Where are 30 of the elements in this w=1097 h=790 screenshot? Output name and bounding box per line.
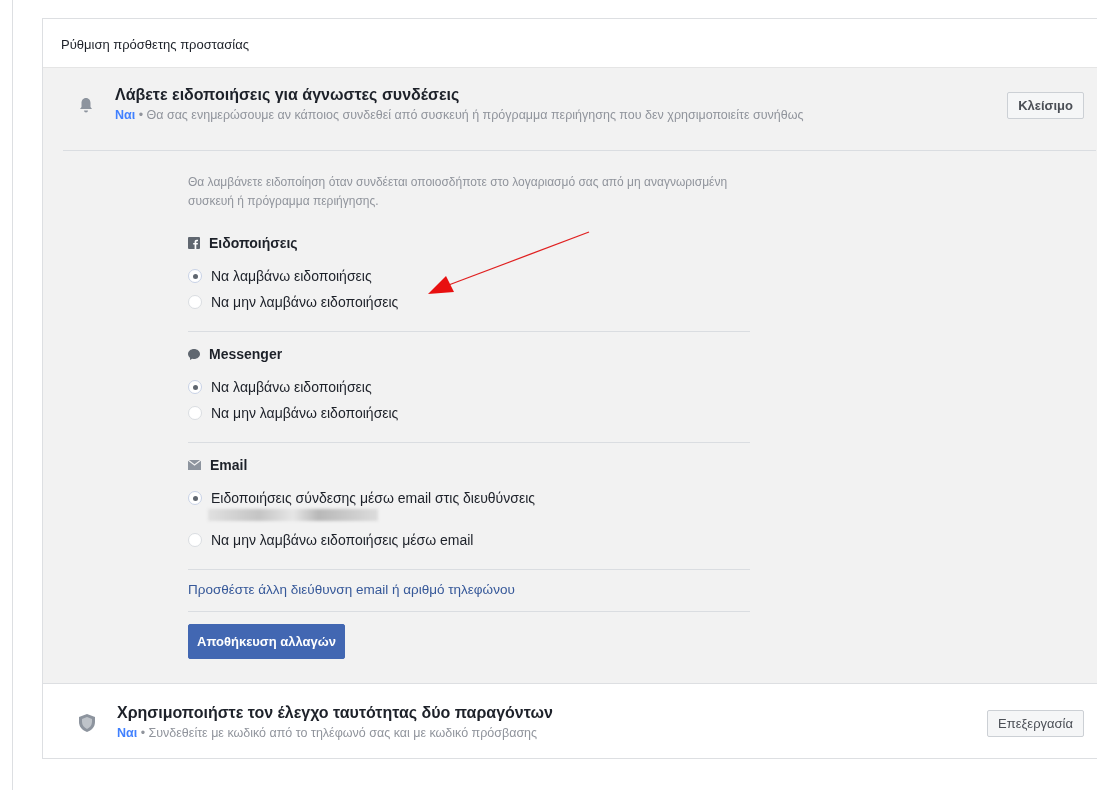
chat-bubble-icon [188, 348, 200, 360]
group-label: Ειδοποιήσεις [209, 235, 298, 251]
radio-button[interactable] [188, 295, 202, 309]
save-button[interactable]: Αποθήκευση αλλαγών [188, 624, 346, 659]
setting-title: Χρησιμοποιήστε τον έλεγχο ταυτότητας δύο παραγόντων [117, 704, 554, 722]
shield-icon [79, 714, 95, 732]
edit-button[interactable]: Επεξεργασία [987, 709, 1084, 737]
radio-button[interactable] [188, 269, 202, 283]
facebook-icon [188, 237, 200, 249]
setting-title: Λάβετε ειδοποιήσεις για άγνωστες συνδέσεις [115, 86, 461, 104]
panel-title: Ρύθμιση πρόσθετης προστασίας [61, 37, 249, 52]
setting-description: Ναι • Συνδεθείτε με κωδικό από το τηλέφωνό σας και με κωδικό πρόσβασης [117, 725, 539, 742]
option-label: Να λαμβάνω ειδοποιήσεις [211, 379, 372, 395]
envelope-icon [188, 460, 201, 470]
option-label: Να λαμβάνω ειδοποιήσεις [211, 268, 372, 284]
radio-button[interactable] [188, 380, 202, 394]
radio-button[interactable] [188, 491, 202, 505]
group-label: Messenger [209, 346, 283, 362]
intro-text: Θα λαμβάνετε ειδοποίηση όταν συνδέεται οποιοσδήποτε στο λογαριασμό σας από μη αναγνωρισμένη συσκευή ή πρόγραμμα περιήγησης. [188, 174, 729, 210]
option-label: Να μην λαμβάνω ειδοποιήσεις μέσω email [211, 532, 474, 548]
option-label: Να μην λαμβάνω ειδοποιήσεις [211, 294, 399, 310]
group-label: Email [210, 457, 248, 473]
option-label: Να μην λαμβάνω ειδοποιήσεις [211, 405, 399, 421]
setting-description: Ναι • Θα σας ενημερώσουμε αν κάποιος συνδεθεί από συσκευή ή πρόγραμμα περιήγησης που δεν χρησιμοποιείτε συνήθως [115, 107, 805, 124]
radio-button[interactable] [188, 406, 202, 420]
add-contact-link[interactable]: Προσθέστε άλλη διεύθυνση email ή αριθμό τηλεφώνου [188, 570, 750, 611]
bell-icon [79, 97, 93, 113]
close-button[interactable]: Κλείσιμο [1007, 91, 1084, 119]
radio-button[interactable] [188, 533, 202, 547]
option-label: Ειδοποιήσεις σύνδεσης μέσω email στις διευθύνσεις [211, 490, 535, 506]
